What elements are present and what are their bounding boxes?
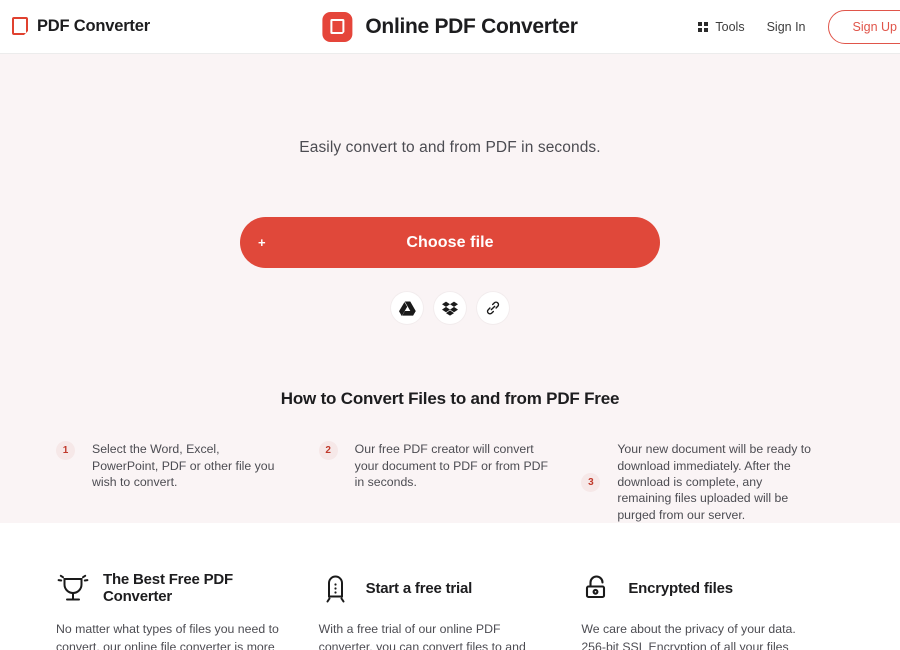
pdf-document-icon bbox=[12, 17, 30, 37]
feature-description: With a free trial of our online PDF conv… bbox=[318, 622, 526, 650]
url-link-icon bbox=[486, 301, 500, 315]
tools-menu[interactable]: Tools bbox=[698, 20, 745, 34]
dropbox-icon bbox=[442, 301, 458, 316]
unlocked-padlock-icon bbox=[581, 571, 615, 605]
feature-title: Start a free trial bbox=[365, 579, 473, 597]
feature-header: Encrypted files bbox=[581, 571, 814, 605]
step-number-badge: 3 bbox=[581, 472, 601, 492]
feature-title: The Best Free PDF Converter bbox=[103, 571, 233, 605]
pdf-app-logo-icon bbox=[322, 11, 353, 42]
sign-in-link[interactable]: Sign In bbox=[767, 20, 806, 34]
step-text: Your new document will be ready to downl… bbox=[617, 442, 812, 522]
brand-left-label: PDF Converter bbox=[37, 17, 150, 35]
feature-description: No matter what types of files you need t… bbox=[56, 622, 279, 650]
step-text: Select the Word, Excel, PowerPoint, PDF … bbox=[92, 442, 275, 489]
step-text: Our free PDF creator will convert your d… bbox=[354, 442, 549, 489]
url-link-button[interactable] bbox=[477, 292, 509, 325]
site-header: PDF Converter Online PDF Converter Tools… bbox=[0, 0, 900, 54]
grid-dots-icon bbox=[698, 22, 709, 32]
hero-section: Easily convert to and from PDF in second… bbox=[0, 54, 900, 523]
plus-icon: + bbox=[258, 235, 266, 251]
brand-center[interactable]: Online PDF Converter bbox=[322, 11, 578, 42]
features-section: The Best Free PDF Converter No matter wh… bbox=[0, 523, 900, 650]
feature-header: The Best Free PDF Converter bbox=[56, 571, 289, 605]
howto-step: 1 Select the Word, Excel, PowerPoint, PD… bbox=[56, 441, 319, 523]
choose-file-label: Choose file bbox=[406, 233, 494, 251]
cloud-source-row bbox=[391, 292, 509, 325]
feature-description: We care about the privacy of your data. … bbox=[581, 622, 796, 650]
tools-label: Tools bbox=[715, 20, 745, 34]
google-drive-button[interactable] bbox=[391, 292, 423, 325]
sign-up-button[interactable]: Sign Up bbox=[827, 10, 900, 44]
howto-step: 3 Your new document will be ready to dow… bbox=[581, 441, 844, 523]
header-nav: Tools Sign In Sign Up bbox=[698, 0, 900, 54]
step-number-badge: 1 bbox=[56, 441, 75, 461]
google-drive-icon bbox=[398, 301, 416, 316]
howto-steps: 1 Select the Word, Excel, PowerPoint, PD… bbox=[0, 441, 900, 523]
hero-tagline: Easily convert to and from PDF in second… bbox=[299, 139, 601, 156]
feature-card: Start a free trial With a free trial of … bbox=[319, 571, 582, 650]
trophy-icon bbox=[56, 571, 90, 605]
free-trial-document-icon bbox=[319, 571, 353, 605]
howto-step: 2 Our free PDF creator will convert your… bbox=[318, 441, 582, 523]
howto-title: How to Convert Files to and from PDF Fre… bbox=[280, 389, 620, 409]
dropbox-button[interactable] bbox=[434, 292, 466, 325]
step-number-badge: 2 bbox=[318, 441, 338, 461]
feature-card: Encrypted files We care about the privac… bbox=[581, 571, 844, 650]
choose-file-button[interactable]: + Choose file bbox=[240, 217, 660, 269]
feature-title: Encrypted files bbox=[628, 579, 733, 597]
feature-header: Start a free trial bbox=[319, 571, 552, 605]
feature-card: The Best Free PDF Converter No matter wh… bbox=[56, 571, 319, 650]
brand-left[interactable]: PDF Converter bbox=[12, 17, 150, 37]
brand-center-label: Online PDF Converter bbox=[365, 14, 578, 38]
